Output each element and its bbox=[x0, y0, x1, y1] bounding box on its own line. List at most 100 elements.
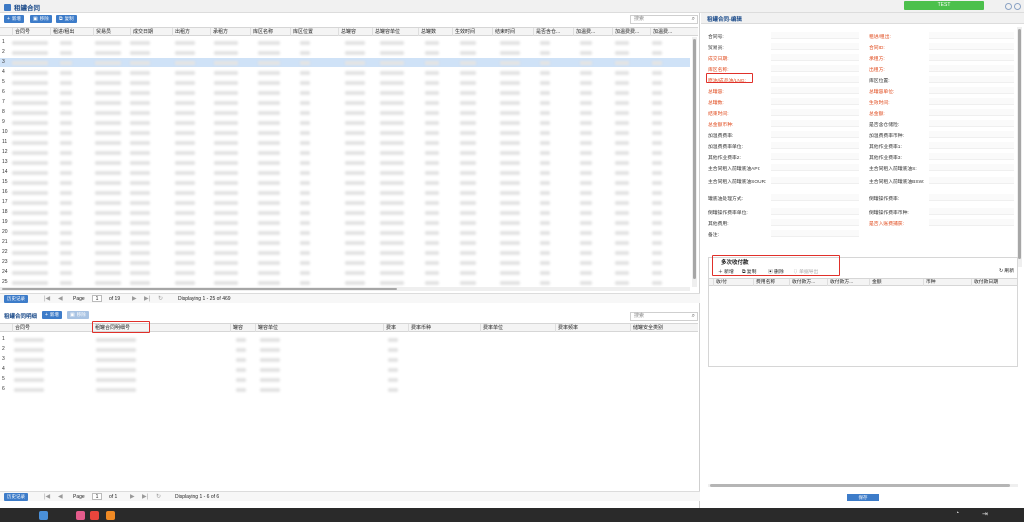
app-icon-3[interactable] bbox=[106, 511, 115, 520]
form-input[interactable] bbox=[929, 194, 1014, 201]
detail-history-button[interactable]: 历史记录 bbox=[4, 493, 28, 501]
form-input[interactable] bbox=[929, 131, 1014, 138]
detail-next-page-icon[interactable]: ▶ bbox=[130, 493, 135, 500]
main-hscroll[interactable] bbox=[0, 287, 690, 291]
payment-col-header[interactable]: 收付款日期 bbox=[971, 279, 1017, 286]
detail-search-input[interactable]: 搜索 ⌕ bbox=[630, 312, 698, 321]
payment-col-header[interactable]: 币种 bbox=[923, 279, 971, 286]
payment-col-header[interactable]: 收付款方... bbox=[789, 279, 827, 286]
payment-hscroll[interactable] bbox=[708, 484, 1018, 487]
form-input[interactable] bbox=[929, 109, 1014, 116]
main-col-header[interactable]: 承租方 bbox=[210, 28, 250, 36]
form-input[interactable] bbox=[929, 54, 1014, 61]
detail-remove-button[interactable]: ▣ 移除 bbox=[67, 311, 89, 319]
form-input[interactable] bbox=[929, 120, 1014, 127]
main-col-header[interactable]: 总罐数 bbox=[418, 28, 452, 36]
finder-icon[interactable] bbox=[39, 511, 48, 520]
payment-col-header[interactable]: 收付款方... bbox=[827, 279, 869, 286]
refresh-icon[interactable]: ↻ bbox=[158, 295, 163, 302]
detail-page-input[interactable]: 1 bbox=[92, 493, 102, 500]
copy-button[interactable]: ⧉ 复制 bbox=[56, 15, 77, 23]
detail-col-header[interactable]: 费率 bbox=[383, 324, 408, 332]
form-input[interactable] bbox=[771, 131, 859, 138]
logout-icon[interactable]: ⇥ bbox=[982, 510, 991, 519]
main-col-header[interactable]: 合同号 bbox=[12, 28, 50, 36]
app-icon-1[interactable] bbox=[76, 511, 85, 520]
main-col-header[interactable]: 结束时间 bbox=[492, 28, 533, 36]
form-input[interactable] bbox=[771, 142, 859, 149]
payment-col-header[interactable]: 费用名称 bbox=[753, 279, 789, 286]
form-input[interactable] bbox=[771, 87, 859, 94]
form-input[interactable] bbox=[929, 208, 1014, 215]
main-col-header[interactable]: 生效时间 bbox=[452, 28, 492, 36]
detail-col-header[interactable]: 储罐安全类别 bbox=[630, 324, 698, 332]
form-input[interactable] bbox=[929, 98, 1014, 105]
settings-icon[interactable] bbox=[1014, 3, 1021, 10]
main-col-header[interactable]: 是否含仓... bbox=[533, 28, 573, 36]
payment-col-header[interactable]: 金额 bbox=[869, 279, 923, 286]
add-button[interactable]: + 新增 bbox=[4, 15, 24, 23]
main-col-header[interactable]: 加温费... bbox=[650, 28, 696, 36]
help-icon[interactable] bbox=[1005, 3, 1012, 10]
first-page-icon[interactable]: |◀ bbox=[44, 295, 50, 302]
detail-refresh-icon[interactable]: ↻ bbox=[156, 493, 161, 500]
save-button[interactable]: 保存 bbox=[847, 494, 879, 501]
form-input[interactable] bbox=[771, 219, 859, 226]
test-button[interactable]: TEST bbox=[904, 1, 984, 10]
detail-col-header[interactable]: 费率频率 bbox=[555, 324, 630, 332]
form-input[interactable] bbox=[929, 219, 1014, 226]
form-input[interactable] bbox=[771, 164, 859, 171]
form-input[interactable] bbox=[771, 120, 859, 127]
main-col-header[interactable]: 库区位置 bbox=[290, 28, 338, 36]
main-col-header[interactable]: 总罐容 bbox=[338, 28, 372, 36]
detail-col-header[interactable]: 费率单位 bbox=[480, 324, 555, 332]
main-col-header[interactable]: 加温费... bbox=[573, 28, 612, 36]
payment-refresh-button[interactable]: ↻ 刷新 bbox=[999, 267, 1014, 274]
form-input[interactable] bbox=[929, 43, 1014, 50]
form-input[interactable] bbox=[771, 230, 859, 237]
detail-add-button[interactable]: + 新增 bbox=[42, 311, 62, 319]
app-icon-2[interactable] bbox=[90, 511, 99, 520]
form-input[interactable] bbox=[929, 153, 1014, 160]
form-input[interactable] bbox=[771, 54, 859, 61]
remove-button[interactable]: ▣ 移除 bbox=[30, 15, 52, 23]
form-input[interactable] bbox=[771, 32, 859, 39]
detail-prev-page-icon[interactable]: ◀ bbox=[58, 493, 63, 500]
form-input[interactable] bbox=[929, 164, 1014, 171]
form-vscroll[interactable] bbox=[1017, 27, 1022, 267]
form-input[interactable] bbox=[929, 76, 1014, 83]
main-col-header[interactable]: 贸易员 bbox=[93, 28, 130, 36]
main-col-header[interactable]: 总罐容单位 bbox=[372, 28, 418, 36]
form-input[interactable] bbox=[929, 142, 1014, 149]
detail-last-page-icon[interactable]: ▶| bbox=[142, 493, 148, 500]
main-col-header[interactable]: 加温费费... bbox=[612, 28, 650, 36]
form-input[interactable] bbox=[771, 43, 859, 50]
detail-first-page-icon[interactable]: |◀ bbox=[44, 493, 50, 500]
detail-col-header[interactable]: 费率币种 bbox=[408, 324, 480, 332]
main-col-header[interactable]: 出租方 bbox=[172, 28, 210, 36]
form-input[interactable] bbox=[929, 65, 1014, 72]
form-input[interactable] bbox=[771, 153, 859, 160]
payment-col-header[interactable]: 收/付 bbox=[713, 279, 753, 286]
detail-col-header[interactable]: 罐容单位 bbox=[255, 324, 383, 332]
form-input[interactable] bbox=[771, 109, 859, 116]
form-input[interactable] bbox=[929, 177, 1014, 184]
form-input[interactable] bbox=[771, 208, 859, 215]
form-input[interactable] bbox=[771, 76, 859, 83]
main-search-input[interactable]: 搜索 ⌕ bbox=[630, 15, 698, 24]
main-col-header[interactable]: 成交日期 bbox=[130, 28, 172, 36]
main-col-header[interactable]: 库区名称 bbox=[250, 28, 290, 36]
next-page-icon[interactable]: ▶ bbox=[132, 295, 137, 302]
page-input[interactable]: 1 bbox=[92, 295, 102, 302]
history-button[interactable]: 历史记录 bbox=[4, 295, 28, 303]
form-input[interactable] bbox=[771, 65, 859, 72]
main-col-header[interactable]: 租进/租出 bbox=[50, 28, 93, 36]
last-page-icon[interactable]: ▶| bbox=[144, 295, 150, 302]
main-vscroll[interactable] bbox=[692, 37, 697, 287]
bell-icon[interactable]: ◔ bbox=[955, 510, 964, 519]
prev-page-icon[interactable]: ◀ bbox=[58, 295, 63, 302]
form-input[interactable] bbox=[771, 177, 859, 184]
form-input[interactable] bbox=[771, 98, 859, 105]
form-input[interactable] bbox=[929, 32, 1014, 39]
detail-col-header[interactable]: 罐容 bbox=[230, 324, 255, 332]
